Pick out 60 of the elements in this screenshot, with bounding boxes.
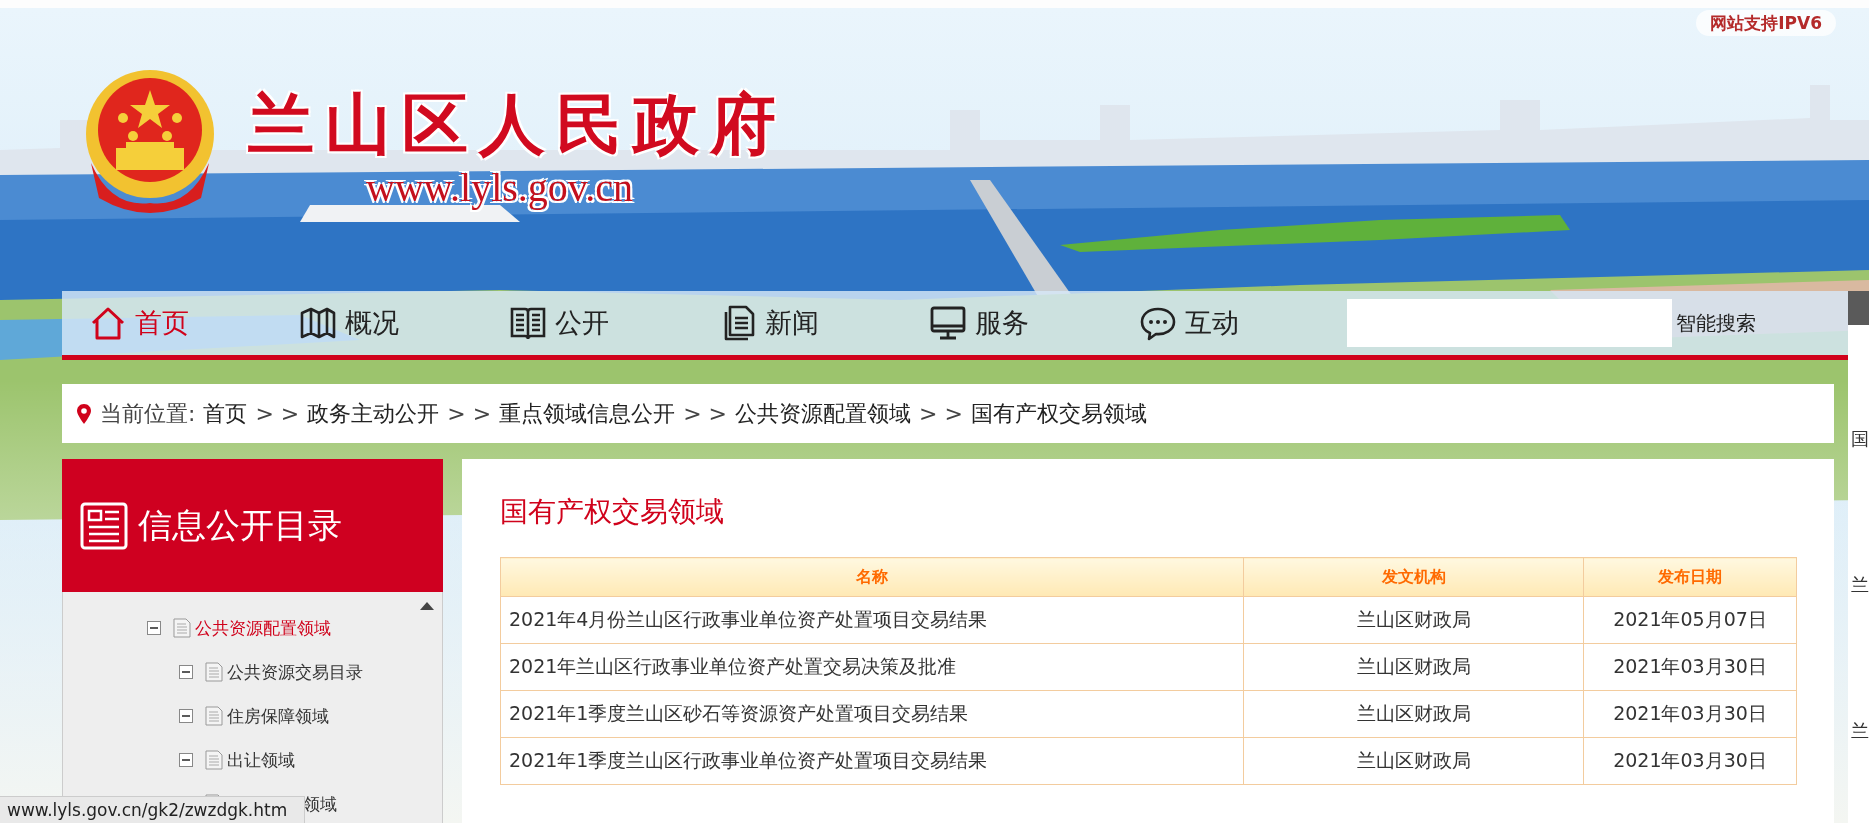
side-panel-text: 兰 [1851,719,1869,743]
collapse-icon[interactable] [179,665,193,679]
table-cell: 2021年03月30日 [1583,690,1797,738]
breadcrumb-link[interactable]: 国有产权交易领域 [970,398,1147,429]
tree-item[interactable]: 领域 [303,792,337,816]
collapse-icon[interactable] [179,709,193,723]
breadcrumb-link[interactable]: 首页 [203,398,248,429]
table-cell: 2021年03月30日 [1583,643,1797,691]
breadcrumb-link[interactable]: 重点领域信息公开 [499,398,676,429]
ipv6-badge: 网站支持IPV6 [1696,10,1836,36]
table-cell: 2021年05月07日 [1583,596,1797,644]
sidebar-title: 信息公开目录 [138,503,342,547]
table-cell: 2021年03月30日 [1583,737,1797,785]
nav-item[interactable]: 互动 [1139,298,1349,348]
column-header: 发文机构 [1243,557,1584,597]
collapse-icon[interactable] [179,753,193,767]
side-panel-text: 兰 [1851,573,1869,597]
table-cell: 兰山区财政局 [1243,737,1584,785]
nav-item[interactable]: 公开 [509,298,719,348]
collapse-icon[interactable] [147,621,161,635]
tree-item[interactable]: 出让领域 [227,748,295,772]
breadcrumb-separator: > > [255,401,300,426]
location-pin-icon [76,402,92,425]
scroll-up-icon [420,602,434,610]
column-header: 发布日期 [1583,557,1797,597]
page-icon [205,750,223,770]
tree-item[interactable]: 公共资源配置领域 [195,616,331,640]
page-icon [205,662,223,682]
status-bar-url: www.lyls.gov.cn/gk2/zwzdgk.htm [0,796,305,823]
document-link[interactable]: 2021年1季度兰山区砂石等资源资产处置项目交易结果 [500,690,1244,738]
site-title: 兰山区人民政府 [248,86,787,164]
list-document-icon [80,501,128,550]
breadcrumb-link[interactable]: 公共资源配置领域 [735,398,912,429]
tree-item[interactable]: 住房保障领域 [227,704,329,728]
nav-item[interactable]: 新闻 [719,298,929,348]
nav-item[interactable]: 服务 [929,298,1139,348]
monitor-icon [929,304,967,342]
breadcrumb-label: 当前位置: [100,399,196,428]
search-field[interactable] [1347,299,1672,347]
document-link[interactable]: 2021年兰山区行政事业单位资产处置交易决策及批准 [500,643,1244,691]
page-heading: 国有产权交易领域 [500,495,725,529]
tree-item[interactable]: 公共资源交易目录 [227,660,363,684]
nav-item[interactable]: 概况 [299,298,509,348]
table-cell: 兰山区财政局 [1243,596,1584,644]
side-panel-text: 国 [1851,427,1869,451]
page-icon [173,618,191,638]
table-cell: 兰山区财政局 [1243,690,1584,738]
nav-item[interactable]: 首页 [89,298,299,348]
page-icon [205,706,223,726]
site-url: www.lyls.gov.cn [366,166,633,210]
breadcrumb-separator: > > [683,401,728,426]
document-link[interactable]: 2021年1季度兰山区行政事业单位资产处置项目交易结果 [500,737,1244,785]
document-link[interactable]: 2021年4月份兰山区行政事业单位资产处置项目交易结果 [500,596,1244,644]
search-button[interactable]: 智能搜索 [1672,309,1756,337]
breadcrumb-link[interactable]: 政务主动公开 [307,398,440,429]
column-header: 名称 [500,557,1244,597]
side-panel-header [1848,291,1869,325]
breadcrumb-separator: > > [919,401,963,426]
breadcrumb-separator: > > [447,401,492,426]
table-cell: 兰山区财政局 [1243,643,1584,691]
